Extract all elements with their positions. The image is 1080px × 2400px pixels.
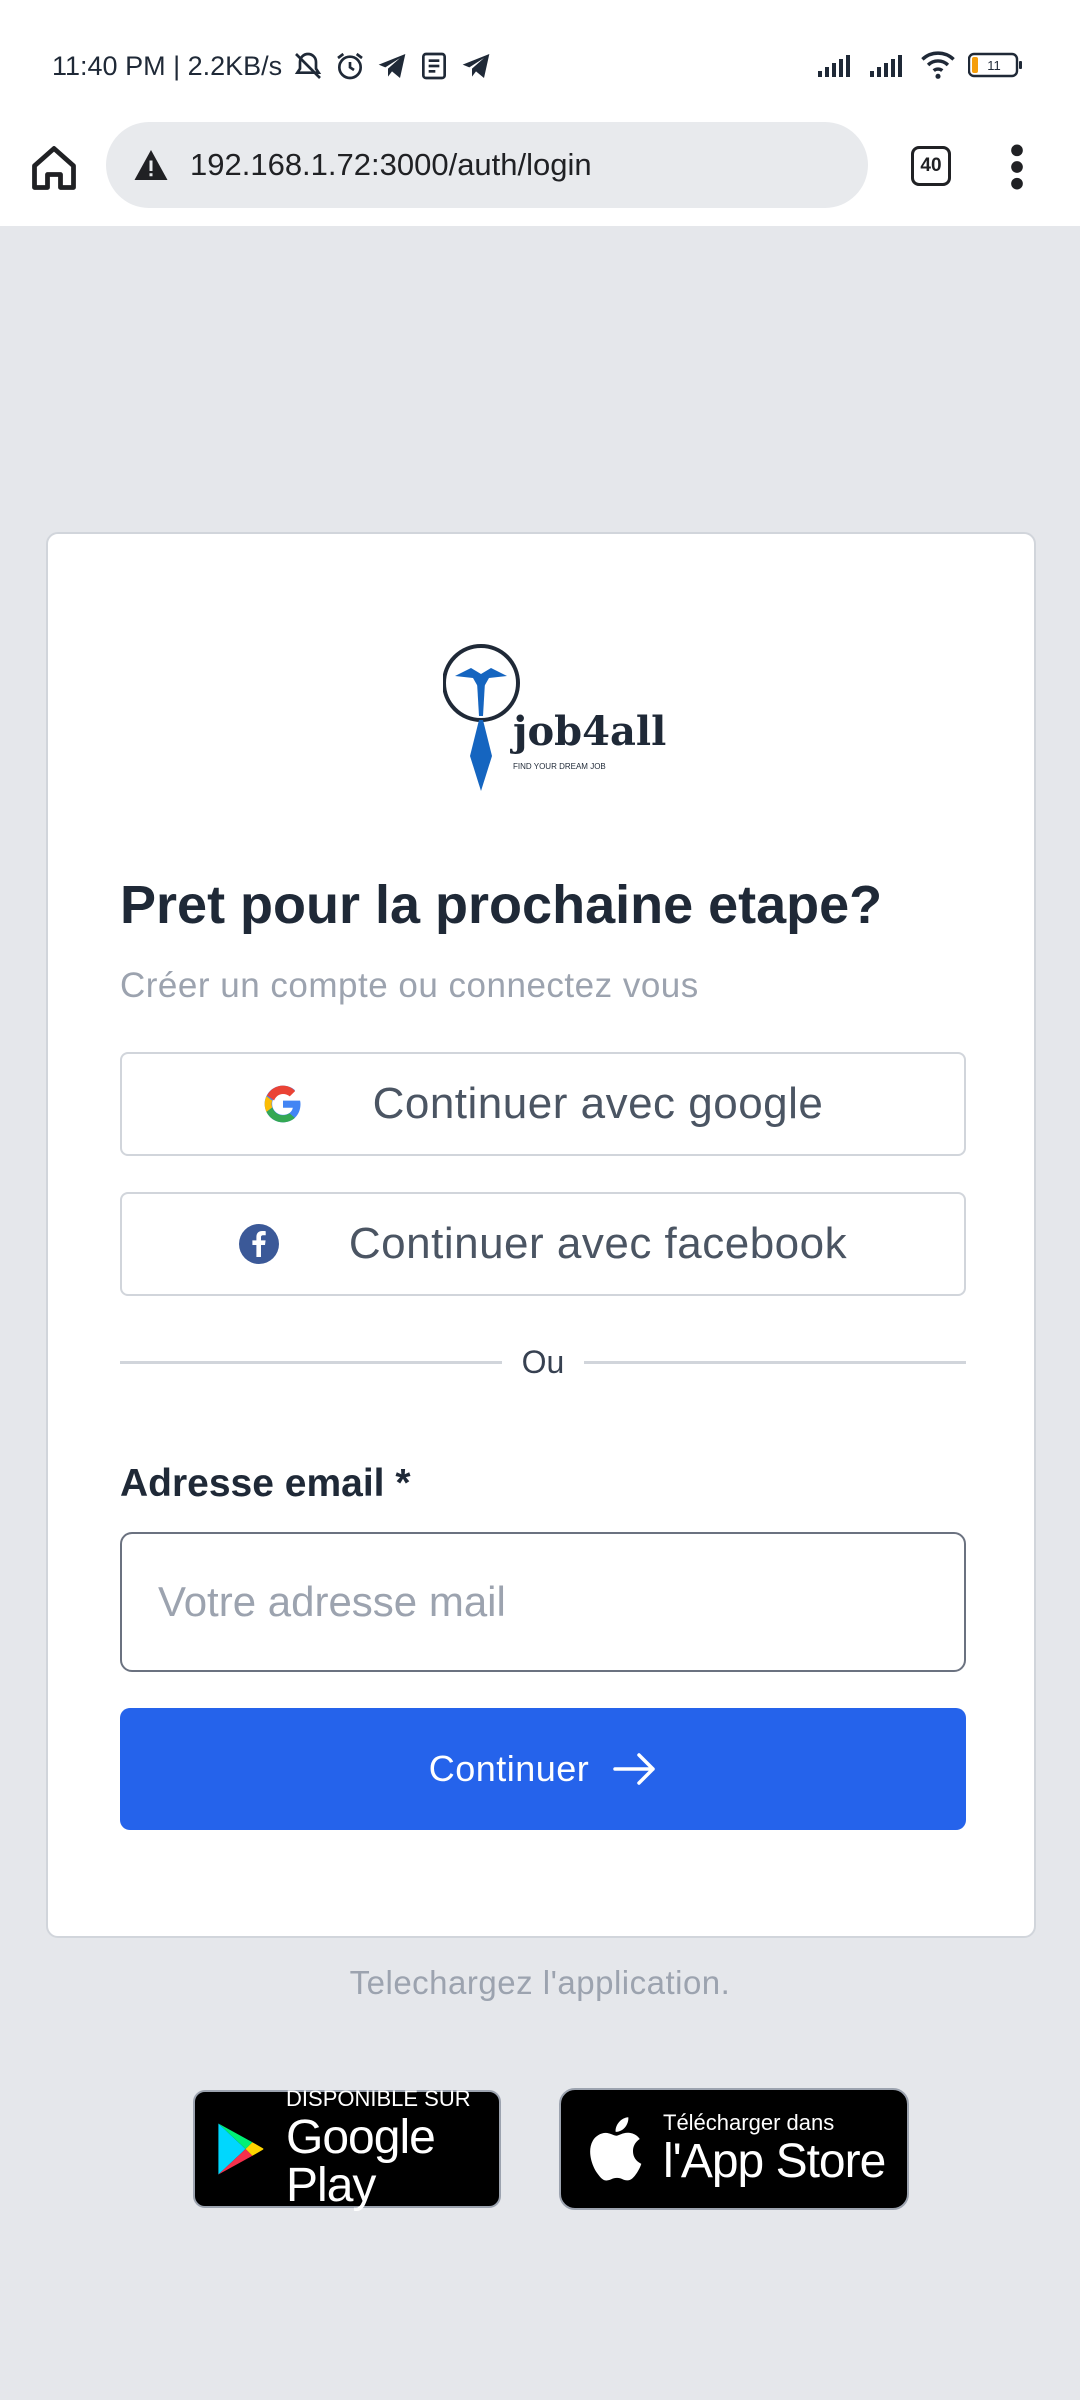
divider-line <box>584 1360 966 1364</box>
bell-off-icon <box>294 52 322 79</box>
google-icon <box>264 1085 301 1123</box>
google-login-button[interactable]: Continuer avec google <box>120 1052 966 1156</box>
status-bar: 11:40 PM | 2.2KB/s 11 <box>0 0 1080 120</box>
status-time-network: 11:40 PM | 2.2KB/s <box>52 50 283 81</box>
arrow-right-icon <box>613 1753 656 1785</box>
app-store-big-text: l'App Store <box>663 2135 886 2188</box>
alarm-icon <box>337 52 363 80</box>
news-icon <box>422 52 447 80</box>
google-play-text: DISPONIBLE SUR Google Play <box>286 2088 499 2210</box>
signal-icon <box>818 55 850 77</box>
telegram-icon <box>378 54 406 78</box>
browser-toolbar: 192.168.1.72:3000/auth/login 40 <box>0 120 1080 226</box>
wifi-icon <box>921 51 955 79</box>
status-notification-icons <box>292 50 492 82</box>
more-menu-icon[interactable] <box>1002 142 1032 192</box>
email-input[interactable] <box>120 1532 966 1672</box>
google-play-big-text: Google Play <box>286 2111 436 2212</box>
apple-icon <box>590 2117 642 2181</box>
status-right: 11 <box>816 48 1024 82</box>
download-app-text: Telechargez l'application. <box>349 1964 731 2001</box>
telegram-icon <box>462 54 490 78</box>
tab-switcher-button[interactable]: 40 <box>911 146 951 186</box>
app-store-small-text: Télécharger dans <box>663 2110 835 2135</box>
app-store-badge[interactable]: Télécharger dans l'App Store <box>559 2088 909 2210</box>
signal-icon <box>870 55 902 77</box>
facebook-login-button[interactable]: Continuer avec facebook <box>120 1192 966 1296</box>
google-play-small-text: DISPONIBLE SUR <box>286 2086 471 2111</box>
status-left: 11:40 PM | 2.2KB/s <box>52 50 492 82</box>
address-bar[interactable]: 192.168.1.72:3000/auth/login <box>106 122 868 208</box>
page-title: Pret pour la prochaine etape? <box>120 875 883 935</box>
divider-line <box>120 1360 502 1364</box>
battery-level: 11 <box>987 58 1001 73</box>
logo-tagline: FIND YOUR DREAM JOB <box>513 762 606 771</box>
continue-button[interactable]: Continuer <box>120 1708 966 1830</box>
job4all-logo: job4all FIND YOUR DREAM JOB <box>443 644 666 791</box>
google-play-icon <box>218 2123 264 2175</box>
login-card: job4all FIND YOUR DREAM JOB Pret pour la… <box>46 532 1036 1938</box>
email-label: Adresse email * <box>120 1462 411 1505</box>
google-button-label: Continuer avec google <box>372 1079 824 1128</box>
url-text[interactable]: 192.168.1.72:3000/auth/login <box>190 147 592 183</box>
battery-icon: 11 <box>968 52 1022 78</box>
divider-text: Ou <box>521 1343 565 1380</box>
continue-button-label: Continuer <box>428 1748 590 1789</box>
warning-icon[interactable] <box>132 147 170 183</box>
facebook-icon <box>238 1224 279 1264</box>
page-subtitle: Créer un compte ou connectez vous <box>120 966 699 1005</box>
google-play-badge[interactable]: DISPONIBLE SUR Google Play <box>193 2088 501 2210</box>
facebook-button-label: Continuer avec facebook <box>348 1219 848 1268</box>
home-icon[interactable] <box>28 142 80 194</box>
app-store-text: Télécharger dans l'App Store <box>663 2110 886 2188</box>
logo-name: job4all <box>510 708 666 755</box>
or-divider: Ou <box>120 1342 966 1382</box>
